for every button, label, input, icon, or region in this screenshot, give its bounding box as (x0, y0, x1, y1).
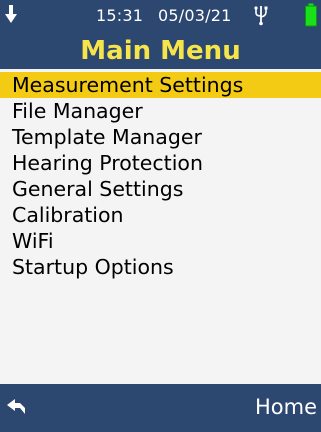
menu-item-measurement-settings[interactable]: Measurement Settings (0, 72, 321, 98)
header-bar: 15:31 05/03/21 Main Menu (0, 0, 321, 69)
menu-item-template-manager[interactable]: Template Manager (0, 124, 321, 150)
footer-bar: Home (0, 384, 321, 432)
back-arrow-icon[interactable] (6, 398, 26, 416)
menu-item-calibration[interactable]: Calibration (0, 202, 321, 228)
menu-item-wifi[interactable]: WiFi (0, 228, 321, 254)
status-time: 15:31 (96, 6, 144, 25)
menu-item-startup-options[interactable]: Startup Options (0, 254, 321, 280)
download-arrow-icon (5, 5, 17, 23)
page-title: Main Menu (80, 36, 241, 66)
usb-icon (254, 6, 268, 26)
home-button[interactable]: Home (255, 395, 317, 419)
status-date: 05/03/21 (158, 6, 232, 25)
battery-icon (305, 3, 317, 27)
status-bar: 15:31 05/03/21 (0, 0, 321, 32)
main-menu-list: Measurement Settings File Manager Templa… (0, 72, 321, 280)
menu-item-file-manager[interactable]: File Manager (0, 98, 321, 124)
menu-item-general-settings[interactable]: General Settings (0, 176, 321, 202)
menu-item-hearing-protection[interactable]: Hearing Protection (0, 150, 321, 176)
